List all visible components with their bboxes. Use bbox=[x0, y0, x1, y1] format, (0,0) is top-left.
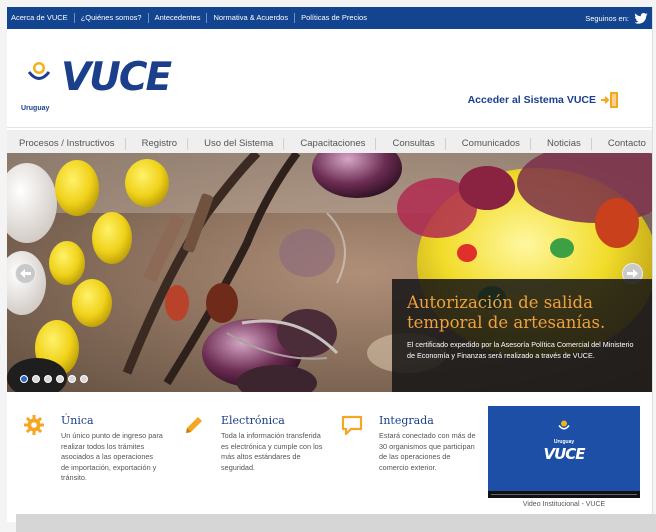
feature-title: Integrada bbox=[379, 414, 434, 427]
logo-wordmark: VUCE bbox=[61, 55, 172, 100]
nav-consultas[interactable]: Consultas bbox=[382, 138, 446, 150]
arrow-left-icon bbox=[20, 269, 31, 278]
nav-noticias[interactable]: Noticias bbox=[537, 138, 592, 150]
video-progress[interactable] bbox=[491, 494, 637, 495]
social-follow: Seguinos en: bbox=[585, 12, 648, 24]
video-logo: Uruguay VUCE bbox=[488, 420, 640, 463]
top-links: Acerca de VUCE ¿Quiénes somos? Anteceden… bbox=[11, 13, 373, 23]
uruguay-emblem-icon bbox=[27, 62, 51, 80]
nav-procesos[interactable]: Procesos / Instructivos bbox=[15, 138, 126, 150]
nav-capacitaciones[interactable]: Capacitaciones bbox=[290, 138, 377, 150]
video-logo-word: VUCE bbox=[543, 445, 585, 463]
slider-dot[interactable] bbox=[44, 375, 52, 383]
video-caption[interactable]: Video Institucional - VUCE bbox=[488, 501, 640, 508]
feature-title: Electrónica bbox=[221, 414, 285, 427]
nav-uso-sistema[interactable]: Uso del Sistema bbox=[194, 138, 285, 150]
top-link-acerca[interactable]: Acerca de VUCE bbox=[11, 13, 75, 23]
nav-contacto[interactable]: Contacto bbox=[598, 138, 646, 150]
institutional-video[interactable]: Uruguay VUCE bbox=[488, 406, 640, 498]
feature-text: Un único punto de ingreso para realizar … bbox=[61, 431, 163, 482]
feature-integrada: Integrada Estará conectado con más de 30… bbox=[341, 414, 481, 473]
slider-dot[interactable] bbox=[56, 375, 64, 383]
top-link-quienes[interactable]: ¿Quiénes somos? bbox=[75, 13, 149, 23]
gear-icon bbox=[24, 415, 44, 435]
access-system-link[interactable]: Acceder al Sistema VUCE bbox=[468, 91, 620, 109]
slider-dot[interactable] bbox=[80, 375, 88, 383]
slider-dot[interactable] bbox=[32, 375, 40, 383]
chat-bubble-icon bbox=[341, 415, 363, 436]
slider-dot[interactable] bbox=[68, 375, 76, 383]
features-section: Única Un único punto de ingreso para rea… bbox=[7, 402, 652, 522]
twitter-icon[interactable] bbox=[634, 12, 648, 24]
slide-title[interactable]: Autorización de salida temporal de artes… bbox=[407, 293, 643, 333]
slider-dots bbox=[20, 375, 92, 383]
slide-caption: Autorización de salida temporal de artes… bbox=[392, 279, 652, 392]
vuce-logo[interactable]: VUCE Uruguay bbox=[21, 55, 191, 113]
logo-country: Uruguay bbox=[21, 105, 50, 112]
nav-registro[interactable]: Registro bbox=[132, 138, 189, 150]
pencil-icon bbox=[186, 417, 202, 433]
arrow-right-icon bbox=[627, 269, 638, 278]
top-link-precios[interactable]: Políticas de Precios bbox=[295, 13, 373, 23]
feature-text: Estará conectado con más de 30 organismo… bbox=[379, 431, 476, 472]
top-link-normativa[interactable]: Normativa & Acuerdos bbox=[207, 13, 296, 23]
slider-dot[interactable] bbox=[20, 375, 28, 383]
feature-electronica: Electrónica Toda la información transfer… bbox=[183, 414, 323, 473]
site-header: VUCE Uruguay Acceder al Sistema VUCE bbox=[7, 29, 652, 128]
uruguay-emblem-icon bbox=[558, 420, 570, 430]
hero-slider: Autorización de salida temporal de artes… bbox=[7, 153, 652, 392]
access-label: Acceder al Sistema VUCE bbox=[467, 94, 596, 106]
top-bar: Acerca de VUCE ¿Quiénes somos? Anteceden… bbox=[7, 7, 652, 29]
video-controls[interactable] bbox=[488, 491, 640, 498]
bottom-strip bbox=[16, 514, 656, 532]
page: Acerca de VUCE ¿Quiénes somos? Anteceden… bbox=[7, 7, 653, 522]
browser-frame: Acerca de VUCE ¿Quiénes somos? Anteceden… bbox=[0, 0, 656, 532]
login-door-icon bbox=[601, 92, 618, 108]
nav-comunicados[interactable]: Comunicados bbox=[452, 138, 531, 150]
follow-label: Seguinos en: bbox=[585, 13, 629, 23]
feature-unica: Única Un único punto de ingreso para rea… bbox=[23, 414, 163, 484]
feature-title: Única bbox=[61, 414, 94, 427]
slide-text: El certificado expedido por la Asesoría … bbox=[407, 340, 634, 360]
feature-text: Toda la información transferida es elect… bbox=[221, 431, 323, 472]
slider-prev-button[interactable] bbox=[15, 263, 36, 284]
top-link-antecedentes[interactable]: Antecedentes bbox=[149, 13, 208, 23]
